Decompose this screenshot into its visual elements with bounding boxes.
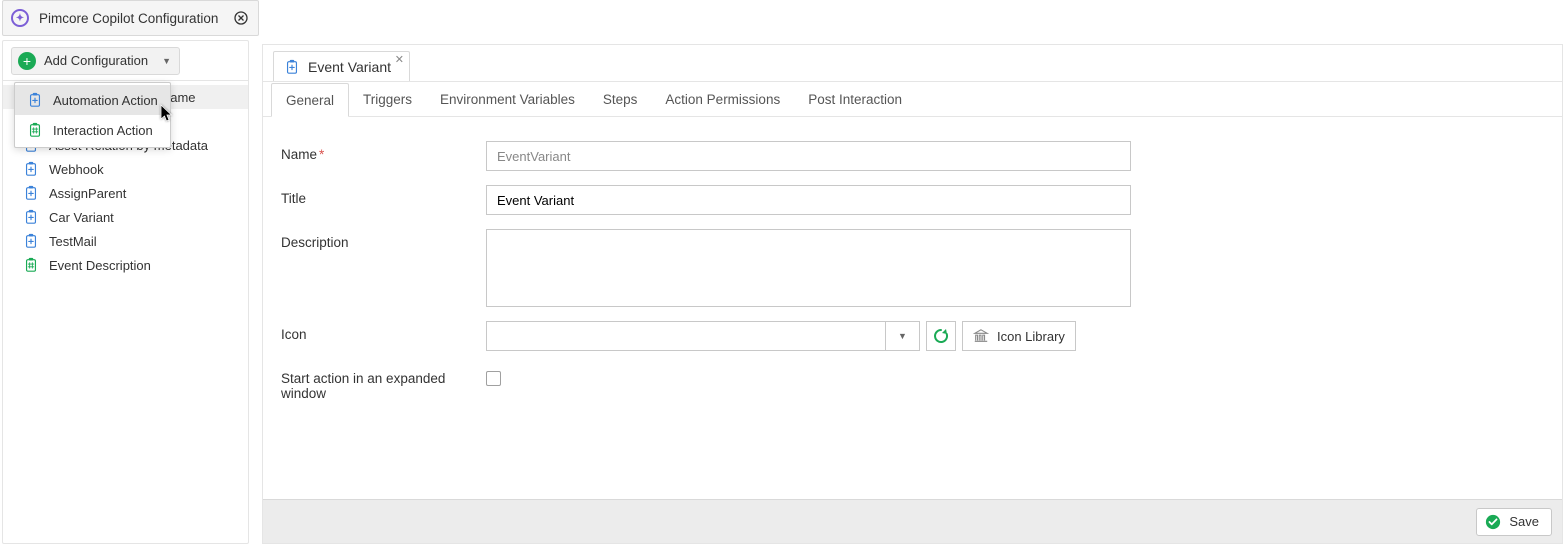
panel-close-button[interactable] — [232, 9, 250, 27]
interaction-icon — [23, 257, 39, 273]
automation-icon — [23, 185, 39, 201]
tree-label: AssignParent — [49, 186, 126, 201]
document-tab-close-button[interactable]: ✕ — [393, 51, 406, 68]
tab-label: Triggers — [363, 92, 412, 107]
check-circle-icon — [1485, 514, 1501, 530]
document-tabs: Event Variant ✕ — [263, 45, 1562, 81]
icon-library-button[interactable]: Icon Library — [962, 321, 1076, 351]
description-label: Description — [281, 229, 486, 250]
tab-label: Action Permissions — [665, 92, 780, 107]
app-logo-icon: ✦ — [11, 9, 29, 27]
name-label: Name* — [281, 141, 486, 162]
icon-library-label: Icon Library — [997, 329, 1065, 344]
tab-label: General — [286, 93, 334, 108]
add-configuration-button[interactable]: + Add Configuration ▼ — [11, 47, 180, 75]
tab-steps[interactable]: Steps — [589, 82, 652, 116]
icon-combo-trigger[interactable]: ▼ — [886, 321, 920, 351]
panel-header: ✦ Pimcore Copilot Configuration — [2, 0, 259, 36]
tree-row[interactable]: AssignParent — [3, 181, 248, 205]
panel-title: Pimcore Copilot Configuration — [39, 11, 218, 26]
plus-icon: + — [18, 52, 36, 70]
icon-combo-input[interactable] — [486, 321, 886, 351]
close-icon — [234, 11, 248, 25]
tree-row[interactable]: Car Variant — [3, 205, 248, 229]
tree-row[interactable]: Webhook — [3, 157, 248, 181]
tree-row[interactable]: TestMail — [3, 229, 248, 253]
automation-icon — [27, 92, 43, 108]
tree-label: TestMail — [49, 234, 97, 249]
tab-environment-variables[interactable]: Environment Variables — [426, 82, 589, 116]
tree-label: Car Variant — [49, 210, 114, 225]
tab-triggers[interactable]: Triggers — [349, 82, 426, 116]
tab-label: Environment Variables — [440, 92, 575, 107]
document-tab-label: Event Variant — [308, 59, 391, 75]
menu-item-interaction-action[interactable]: Interaction Action — [15, 115, 170, 145]
automation-icon — [23, 161, 39, 177]
menu-item-label: Automation Action — [53, 93, 158, 108]
general-form: Name* Title Description Icon ▼ — [263, 117, 1562, 499]
form-footer: Save — [263, 499, 1562, 543]
save-button-label: Save — [1509, 514, 1539, 529]
automation-icon — [23, 233, 39, 249]
document-tab-event-variant[interactable]: Event Variant ✕ — [273, 51, 410, 81]
tab-label: Post Interaction — [808, 92, 902, 107]
tab-label: Steps — [603, 92, 638, 107]
menu-item-automation-action[interactable]: Automation Action — [15, 85, 170, 115]
description-textarea[interactable] — [486, 229, 1131, 307]
name-input[interactable] — [486, 141, 1131, 171]
tree-label: Event Description — [49, 258, 151, 273]
title-input[interactable] — [486, 185, 1131, 215]
tab-post-interaction[interactable]: Post Interaction — [794, 82, 916, 116]
tree-row[interactable]: Event Description — [3, 253, 248, 277]
expanded-window-label: Start action in an expanded window — [281, 365, 486, 401]
interaction-icon — [27, 122, 43, 138]
refresh-icon — [932, 327, 950, 345]
chevron-down-icon: ▼ — [162, 56, 171, 66]
automation-icon — [284, 59, 300, 75]
menu-item-label: Interaction Action — [53, 123, 153, 138]
automation-icon — [23, 209, 39, 225]
expanded-window-checkbox[interactable] — [486, 371, 501, 386]
tab-action-permissions[interactable]: Action Permissions — [651, 82, 794, 116]
tree-label: Webhook — [49, 162, 104, 177]
add-configuration-menu: Automation Action Interaction Action — [14, 82, 171, 148]
inner-tabs: General Triggers Environment Variables S… — [263, 81, 1562, 117]
title-label: Title — [281, 185, 486, 206]
library-icon — [973, 328, 989, 344]
save-button[interactable]: Save — [1476, 508, 1552, 536]
main-panel: Event Variant ✕ General Triggers Environ… — [262, 44, 1563, 544]
icon-label: Icon — [281, 321, 486, 342]
add-configuration-label: Add Configuration — [44, 53, 148, 68]
icon-refresh-button[interactable] — [926, 321, 956, 351]
tab-general[interactable]: General — [271, 83, 349, 117]
